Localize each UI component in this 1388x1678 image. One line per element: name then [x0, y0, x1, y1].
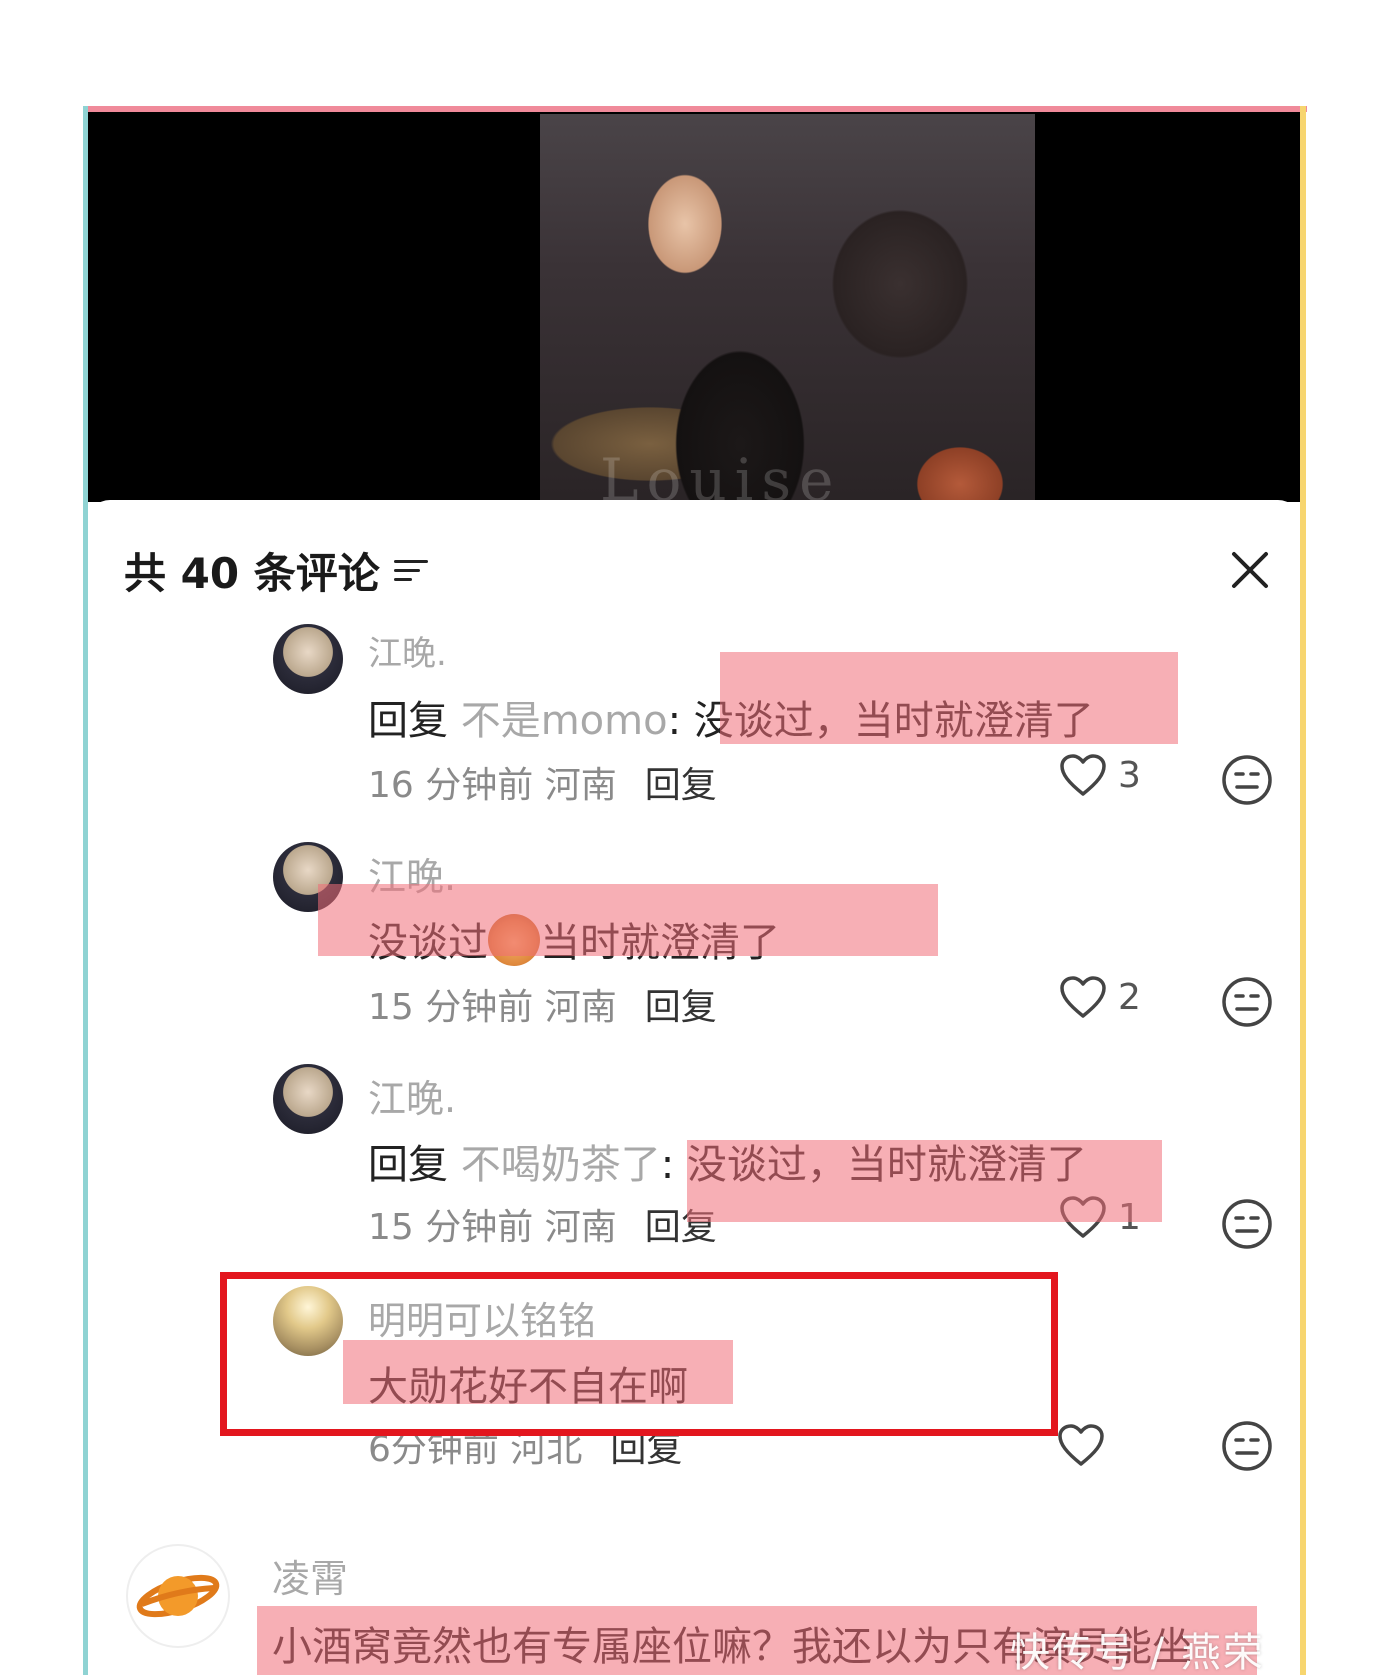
video-watermark: Louise [600, 446, 842, 500]
heart-icon [1060, 1196, 1106, 1238]
like-count: 3 [1118, 754, 1141, 796]
reply-button[interactable]: 回复 [645, 1207, 717, 1248]
cat-emoji-icon [488, 914, 540, 966]
planet-icon [136, 1574, 220, 1618]
reply-button[interactable]: 回复 [610, 1429, 682, 1470]
dislike-face-icon[interactable] [1221, 1420, 1273, 1472]
comment-username[interactable]: 江晚. [368, 626, 447, 675]
comment-location: 河南 [544, 987, 617, 1028]
dislike-face-icon[interactable] [1221, 1198, 1273, 1250]
frame-right-border [1300, 106, 1306, 1675]
reply-target[interactable]: 不是momo [461, 698, 668, 744]
comment-time: 15 分钟前 [368, 987, 534, 1028]
avatar[interactable] [128, 1546, 228, 1646]
heart-icon [1060, 976, 1106, 1018]
comment-count-label: 共 40 条评论 [124, 549, 380, 598]
dislike-face-icon[interactable] [1221, 976, 1273, 1028]
avatar[interactable] [273, 1286, 343, 1356]
comment-username[interactable]: 凌霄 [272, 1548, 348, 1603]
comment-location: 河南 [544, 1207, 617, 1248]
video-frame: Louise [540, 114, 1035, 500]
comment-body-end: 当时就澄清了 [540, 920, 780, 966]
reply-button[interactable]: 回复 [645, 765, 717, 806]
like-count: 1 [1118, 1196, 1141, 1238]
comment-count-title: 共 40 条评论 [124, 540, 430, 601]
comment-panel: 共 40 条评论 [88, 500, 1300, 1675]
heart-icon [1058, 1424, 1104, 1466]
comment-body-start: 没谈过 [368, 920, 488, 966]
dislike-face-icon[interactable] [1221, 754, 1273, 806]
comment-text: 没谈过 当时就澄清了 [368, 910, 780, 968]
avatar[interactable] [273, 1064, 343, 1134]
avatar[interactable] [273, 842, 343, 912]
comment-text: 回复 不喝奶茶了: 没谈过，当时就澄清了 [368, 1132, 1087, 1190]
comment-location: 河北 [510, 1429, 583, 1470]
like-button[interactable] [1056, 1422, 1116, 1468]
comment-time: 16 分钟前 [368, 765, 534, 806]
comment-username[interactable]: 江晚. [368, 846, 456, 901]
comment-text: 大勋花好不自在啊 [368, 1364, 688, 1410]
like-button[interactable]: 1 [1058, 1194, 1141, 1240]
comment-meta: 15 分钟前 河南 回复 [368, 978, 717, 1030]
like-button[interactable]: 2 [1058, 974, 1141, 1020]
comment-text: 回复 不是momo: 没谈过，当时就澄清了 [368, 688, 1094, 746]
reply-prefix: 回复 [368, 698, 448, 744]
comment-body: : 没谈过，当时就澄清了 [660, 1142, 1087, 1188]
comment-username[interactable]: 江晚. [368, 1068, 456, 1123]
comment-body: : 没谈过，当时就澄清了 [667, 698, 1094, 744]
video-player[interactable]: Louise [88, 112, 1300, 502]
avatar[interactable] [273, 624, 343, 694]
comment-time: 6分钟前 [368, 1429, 499, 1470]
comment-meta: 16 分钟前 河南 回复 [368, 756, 717, 808]
close-icon[interactable] [1228, 548, 1272, 592]
sort-icon[interactable] [393, 557, 430, 585]
reply-target[interactable]: 不喝奶茶了 [461, 1142, 661, 1188]
like-button[interactable]: 3 [1058, 752, 1141, 798]
comment-location: 河南 [544, 765, 617, 806]
comment-time: 15 分钟前 [368, 1207, 534, 1248]
comment-meta: 15 分钟前 河南 回复 [368, 1198, 717, 1250]
reply-button[interactable]: 回复 [645, 987, 717, 1028]
source-watermark: 快传号 / 燕荣 [1010, 1630, 1265, 1676]
reply-prefix: 回复 [368, 1142, 448, 1188]
comment-meta: 6分钟前 河北 回复 [368, 1420, 682, 1472]
like-count: 2 [1118, 976, 1141, 1018]
comment-username[interactable]: 明明可以铭铭 [368, 1290, 596, 1345]
heart-icon [1060, 754, 1106, 796]
